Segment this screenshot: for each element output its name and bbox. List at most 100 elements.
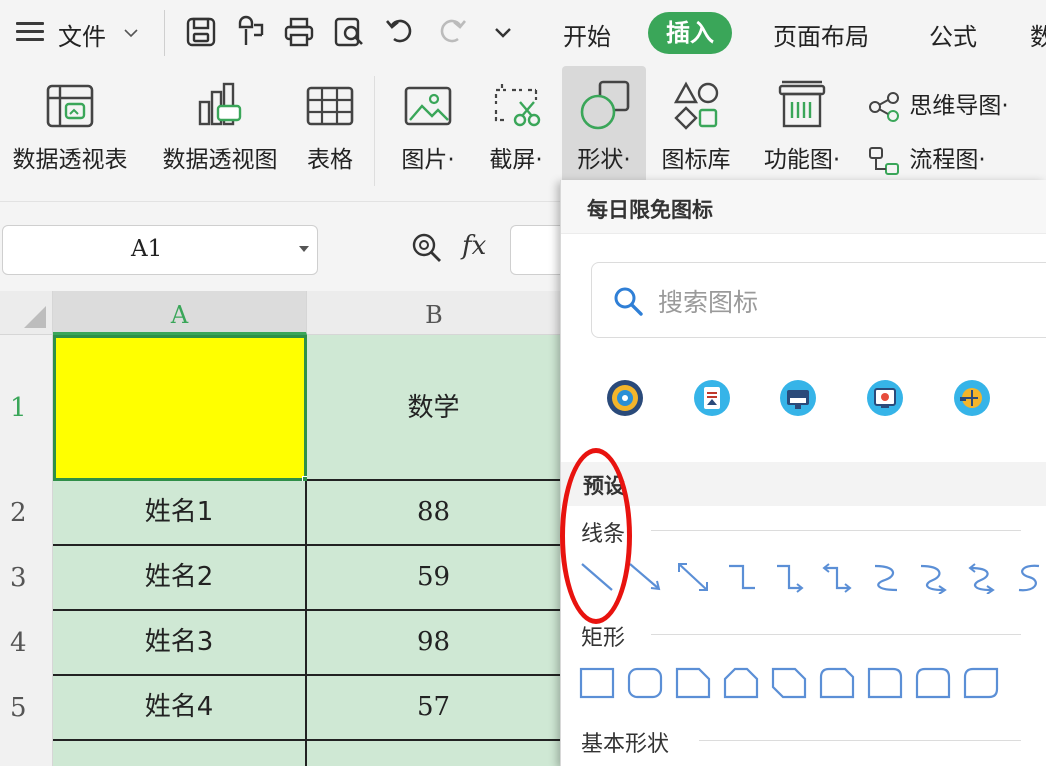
undo-icon[interactable]: [384, 15, 418, 49]
row-header-3[interactable]: 3: [0, 546, 53, 611]
cell-a3[interactable]: 姓名2: [53, 546, 307, 611]
tab-insert[interactable]: 插入: [648, 12, 732, 54]
basic-shapes-label: 基本形状: [581, 732, 669, 757]
double-arrow-line-shape-icon[interactable]: [675, 560, 711, 594]
pivot-table-button[interactable]: 数据透视表: [0, 66, 140, 196]
cell-a4[interactable]: 姓名3: [53, 611, 307, 676]
rectangle-shape-icon[interactable]: [579, 666, 615, 700]
cell-a2[interactable]: 姓名1: [53, 481, 307, 546]
row-header-4[interactable]: 4: [0, 611, 53, 676]
divider: [164, 10, 165, 56]
arrow-line-shape-icon[interactable]: [627, 560, 663, 594]
brain-icon[interactable]: [952, 378, 992, 418]
rectangles-label: 矩形: [581, 626, 625, 651]
save-icon[interactable]: [184, 15, 218, 49]
round-single-corner-rectangle-shape-icon[interactable]: [867, 666, 903, 700]
row-header-2[interactable]: 2: [0, 481, 53, 546]
picture-button[interactable]: 图片·: [388, 66, 468, 196]
pivot-table-label: 数据透视表: [0, 140, 140, 174]
red-highlight-annotation: [560, 448, 632, 624]
format-painter-icon[interactable]: [234, 15, 268, 49]
row-header-1[interactable]: 1: [0, 335, 53, 481]
curved-arrow-connector-shape-icon[interactable]: [915, 560, 951, 594]
fx-label[interactable]: fx: [462, 231, 486, 261]
row-header-6[interactable]: [0, 741, 53, 766]
cell-b4[interactable]: 98: [307, 611, 562, 676]
function-chart-label: 功能图·: [752, 140, 852, 174]
chevron-down-icon[interactable]: [124, 26, 138, 40]
cell-a6[interactable]: [53, 741, 307, 766]
icon-library-icon: [666, 76, 726, 136]
column-header-b[interactable]: B: [307, 291, 562, 335]
formula-bar: A1 fx: [0, 203, 560, 291]
column-header-a[interactable]: A: [53, 291, 307, 335]
curved-connector-shape-icon[interactable]: [867, 560, 903, 594]
flowchart-icon: [868, 146, 902, 176]
wps-spreadsheet-window: 文件 开始 插入 页面布局 公式 数 数据透视表 数据透视图 表格: [0, 0, 1046, 766]
cell-a5[interactable]: 姓名4: [53, 676, 307, 741]
customize-dropdown-icon[interactable]: [486, 15, 520, 49]
cell-b3[interactable]: 59: [307, 546, 562, 611]
screenshot-button[interactable]: 截屏·: [476, 66, 556, 196]
row-header-5[interactable]: 5: [0, 676, 53, 741]
basic-shapes-category: 基本形状: [581, 726, 1046, 758]
snip-round-rectangle-shape-icon[interactable]: [819, 666, 855, 700]
tab-formulas[interactable]: 公式: [929, 17, 977, 52]
print-icon[interactable]: [282, 15, 316, 49]
chevron-down-icon[interactable]: [299, 246, 309, 252]
menu-hamburger-icon[interactable]: [16, 20, 46, 44]
pivot-table-icon: [40, 76, 100, 136]
table-label: 表格: [298, 140, 362, 174]
snip-corner-rectangle-shape-icon[interactable]: [675, 666, 711, 700]
daily-free-icons-header: 每日限免图标: [561, 180, 1046, 234]
round-diagonal-rectangle-shape-icon[interactable]: [963, 666, 999, 700]
flowchart-label: 流程图·: [909, 147, 985, 173]
name-box[interactable]: A1: [2, 225, 318, 275]
cell-b1[interactable]: 数学: [307, 335, 562, 481]
snip-same-side-rectangle-shape-icon[interactable]: [723, 666, 759, 700]
redo-icon[interactable]: [434, 15, 468, 49]
function-chart-icon: [772, 76, 832, 136]
target-icon[interactable]: [605, 378, 645, 418]
snip-diagonal-rectangle-shape-icon[interactable]: [771, 666, 807, 700]
pivot-chart-button[interactable]: 数据透视图: [150, 66, 290, 196]
cell-b6[interactable]: [307, 741, 562, 766]
mindmap-label: 思维导图·: [909, 93, 1008, 119]
lines-category: 线条: [581, 516, 1046, 548]
rounded-rectangle-shape-icon[interactable]: [627, 666, 663, 700]
freeform-curve-shape-icon[interactable]: [1011, 560, 1046, 594]
document-icon[interactable]: [692, 378, 732, 418]
shapes-icon: [574, 76, 634, 136]
tab-data[interactable]: 数: [1030, 17, 1046, 52]
elbow-double-arrow-connector-shape-icon[interactable]: [819, 560, 855, 594]
cell-b5[interactable]: 57: [307, 676, 562, 741]
select-all-corner[interactable]: [0, 291, 53, 335]
icon-library-button[interactable]: 图标库: [654, 66, 738, 196]
tab-home[interactable]: 开始: [563, 17, 611, 52]
elbow-connector-shape-icon[interactable]: [723, 560, 759, 594]
table-button[interactable]: 表格: [298, 66, 362, 196]
menu-bar: 文件 开始 插入 页面布局 公式 数: [0, 0, 1046, 66]
mindmap-icon: [868, 92, 902, 122]
search-icon: [612, 285, 644, 317]
flowchart-button[interactable]: 流程图·: [868, 140, 986, 176]
monitor-icon[interactable]: [865, 378, 905, 418]
mindmap-button[interactable]: 思维导图·: [868, 86, 1009, 122]
picture-icon: [398, 76, 458, 136]
cell-a1[interactable]: [53, 335, 307, 481]
curved-double-arrow-connector-shape-icon[interactable]: [963, 560, 999, 594]
rectangles-category: 矩形: [581, 620, 1046, 652]
cell-b2[interactable]: 88: [307, 481, 562, 546]
shapes-button[interactable]: 形状·: [562, 66, 646, 196]
screen-icon[interactable]: [778, 378, 818, 418]
zoom-search-icon[interactable]: [408, 229, 444, 265]
elbow-arrow-connector-shape-icon[interactable]: [771, 560, 807, 594]
shapes-dropdown-panel: 每日限免图标 搜索图标 预设 线条 矩形: [560, 180, 1046, 766]
function-chart-button[interactable]: 功能图·: [752, 66, 852, 196]
icon-search-input[interactable]: 搜索图标: [591, 262, 1046, 338]
file-menu-label[interactable]: 文件: [58, 17, 106, 52]
screenshot-icon: [486, 76, 546, 136]
print-preview-icon[interactable]: [332, 15, 366, 49]
round-same-side-rectangle-shape-icon[interactable]: [915, 666, 951, 700]
tab-page-layout[interactable]: 页面布局: [773, 17, 869, 52]
